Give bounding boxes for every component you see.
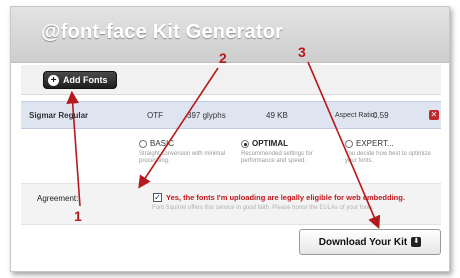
annotation-2: 2	[219, 50, 227, 66]
arrow-3	[307, 61, 381, 229]
arrow-2	[138, 67, 219, 189]
annotation-arrows	[66, 61, 381, 229]
annotation-3: 3	[298, 44, 306, 60]
annotation-1: 1	[74, 208, 82, 224]
arrow-1	[66, 90, 81, 207]
